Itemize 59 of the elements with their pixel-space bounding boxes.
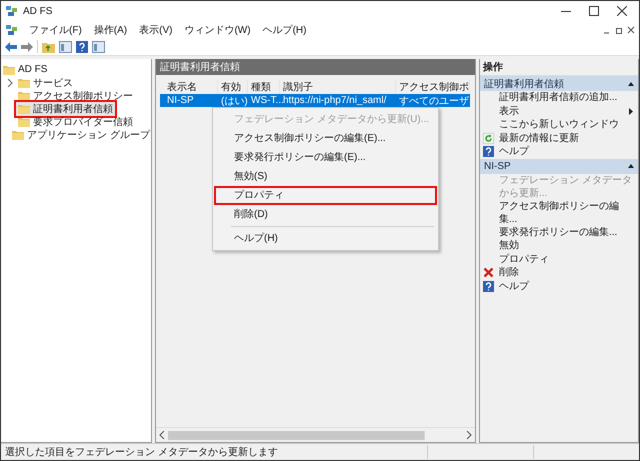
status-text: 選択した項目をフェデレーション メタデータから更新します bbox=[5, 446, 279, 459]
menu-item[interactable]: ファイル(F) bbox=[28, 22, 83, 36]
context-menu-item[interactable]: 削除(D) bbox=[214, 205, 437, 224]
action-item[interactable]: アクセス制御ポリシーの編集... bbox=[499, 200, 633, 226]
action-item[interactable]: ヘルプ bbox=[499, 145, 633, 158]
panel-title: 証明書利用者信頼 bbox=[156, 59, 475, 75]
action-item[interactable]: 最新の情報に更新 bbox=[499, 132, 633, 145]
horizontal-scrollbar[interactable] bbox=[156, 427, 475, 442]
menu-item[interactable]: ウィンドウ(W) bbox=[183, 22, 252, 36]
maximize-icon[interactable] bbox=[589, 6, 599, 16]
action-item[interactable]: ヘルプ bbox=[499, 280, 633, 293]
folder-icon bbox=[18, 104, 30, 114]
forward-arrow-icon[interactable] bbox=[21, 42, 33, 52]
help-icon bbox=[483, 146, 494, 158]
table-cell-text: NI-SP bbox=[166, 95, 195, 106]
menu-item[interactable]: ヘルプ(H) bbox=[262, 22, 308, 36]
section-header[interactable]: NI-SP bbox=[480, 158, 638, 174]
panel-icon[interactable] bbox=[59, 40, 72, 52]
folder-icon bbox=[18, 90, 30, 100]
folder-up-icon[interactable] bbox=[42, 40, 55, 52]
tree-item[interactable]: AD FS bbox=[3, 63, 149, 76]
action-item[interactable]: 表示 bbox=[499, 104, 624, 118]
table-cell-text: (はい) bbox=[220, 94, 248, 108]
back-arrow-icon[interactable] bbox=[5, 42, 17, 52]
help-icon bbox=[483, 280, 494, 292]
menu-item[interactable]: 表示(V) bbox=[138, 22, 174, 36]
table-cell-text: すべてのユーザ bbox=[398, 94, 470, 108]
folder-icon bbox=[18, 78, 30, 88]
close-icon[interactable] bbox=[617, 6, 627, 16]
panel-icon[interactable] bbox=[92, 40, 105, 52]
tree-item[interactable]: 証明書利用者信頼 bbox=[14, 100, 117, 118]
action-item[interactable]: 無効 bbox=[499, 239, 633, 252]
action-item[interactable]: ここから新しいウィンドウ bbox=[499, 118, 633, 132]
menu-item[interactable]: 操作(A) bbox=[92, 22, 128, 36]
restore-icon[interactable] bbox=[615, 26, 623, 34]
context-menu-item[interactable]: プロパティ bbox=[214, 186, 437, 205]
section-header[interactable]: 証明書利用者信頼 bbox=[480, 76, 638, 91]
action-item[interactable]: 削除 bbox=[499, 266, 633, 280]
expand-chevron-icon[interactable] bbox=[7, 78, 13, 86]
window-title: AD FS bbox=[23, 6, 54, 16]
collapse-arrow-icon[interactable] bbox=[628, 82, 634, 86]
delete-icon bbox=[483, 267, 494, 278]
context-menu-item[interactable]: 要求発行ポリシーの編集(E)... bbox=[214, 148, 437, 167]
action-item[interactable]: 要求発行ポリシーの編集... bbox=[499, 226, 633, 239]
folder-icon bbox=[3, 64, 15, 74]
context-menu-item[interactable]: 無効(S) bbox=[214, 167, 437, 186]
close-icon[interactable] bbox=[627, 26, 635, 34]
help-icon[interactable] bbox=[76, 40, 88, 52]
context-menu-item[interactable]: ヘルプ(H) bbox=[214, 229, 437, 248]
context-menu-item[interactable]: アクセス制御ポリシーの編集(E)... bbox=[214, 129, 437, 148]
submenu-arrow-icon bbox=[629, 108, 633, 115]
list-row[interactable]: NI-SP (はい) WS-T...https://ni-php7/ni_saml/ すべてのユーザ bbox=[160, 94, 470, 107]
collapse-arrow-icon[interactable] bbox=[628, 164, 634, 168]
action-item[interactable]: プロパティ bbox=[499, 252, 633, 266]
app-icon bbox=[5, 5, 18, 17]
app-menu-icon bbox=[5, 24, 18, 36]
folder-icon bbox=[12, 130, 24, 140]
action-item[interactable]: 証明書利用者信頼の追加... bbox=[499, 91, 633, 104]
refresh-icon bbox=[483, 132, 494, 144]
